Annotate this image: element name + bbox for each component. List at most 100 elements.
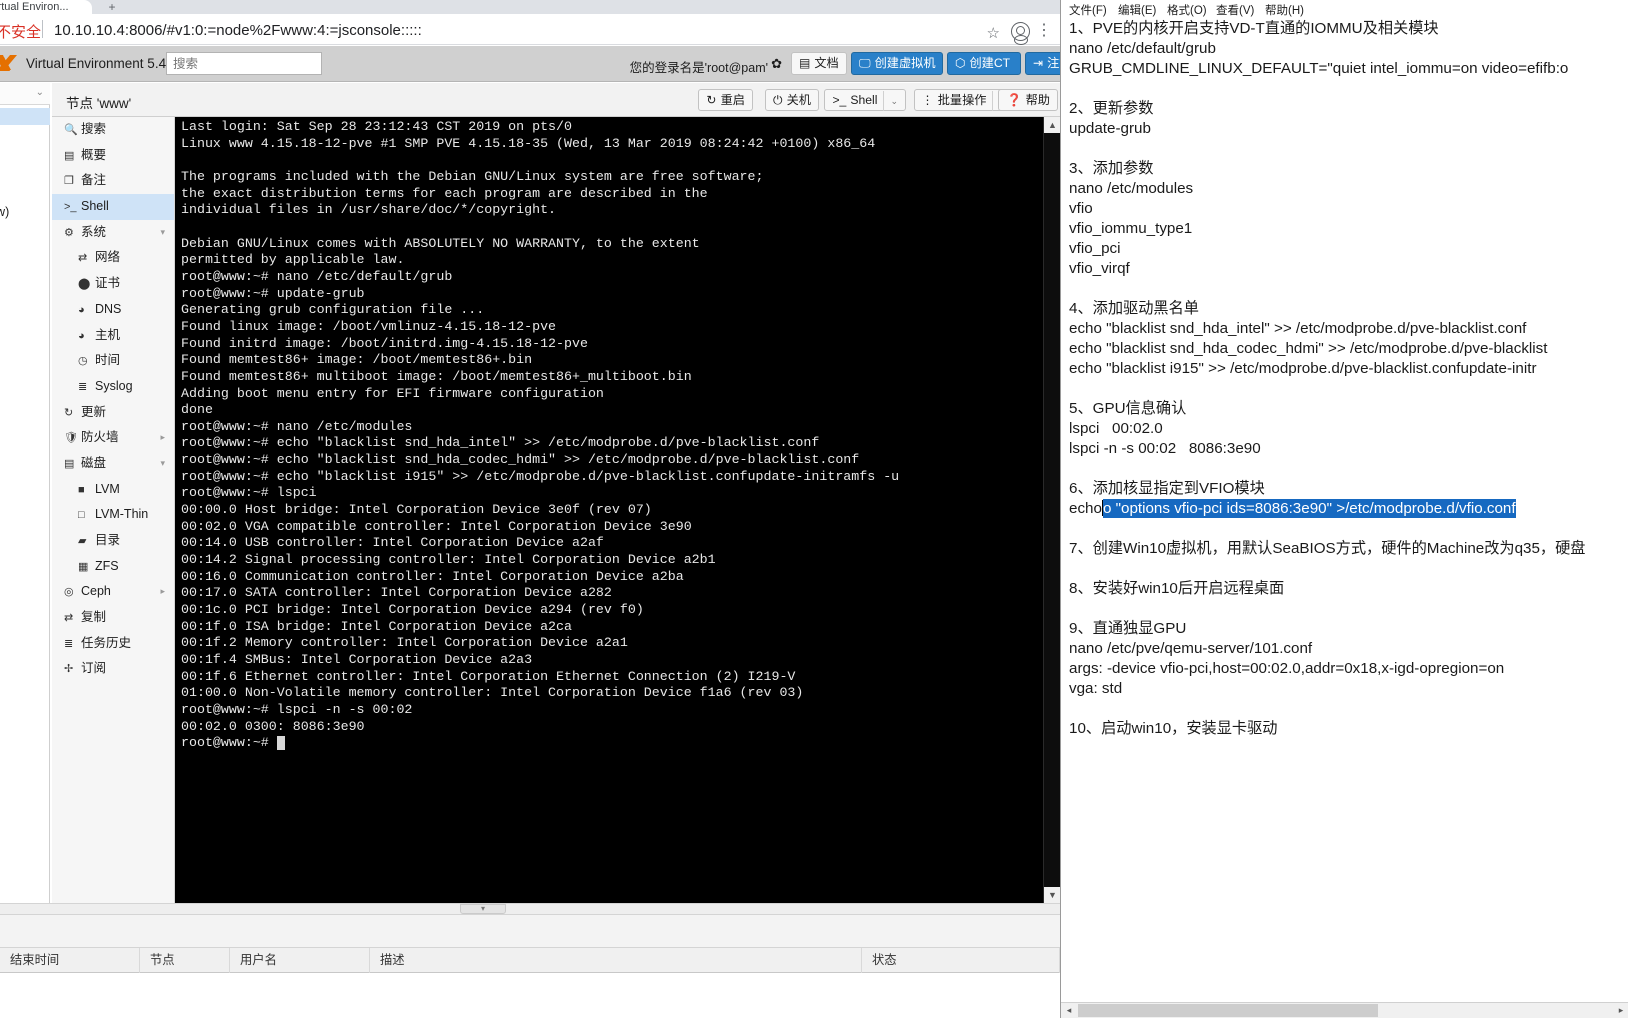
sidebar-item-时间[interactable]: ◷ 时间: [52, 348, 174, 374]
notepad-line: 9、直通独显GPU: [1069, 620, 1187, 637]
star-icon[interactable]: ☆: [987, 24, 1000, 42]
sidebar-item-系统[interactable]: ⚙ 系统 ▾: [52, 220, 174, 246]
chevron-down-icon[interactable]: ▾: [160, 451, 165, 477]
sidebar-item-lvm-thin[interactable]: □ LVM-Thin: [52, 502, 174, 528]
scroll-left-icon[interactable]: ◂: [1061, 1003, 1077, 1018]
shell-button[interactable]: >_ Shell ⌄: [824, 89, 906, 111]
help-icon: ❓: [1006, 93, 1022, 107]
notepad-line: [1067, 559, 1628, 579]
create-vm-button-label: 创建虚拟机: [874, 56, 936, 70]
resource-tree-node-label[interactable]: www): [0, 205, 9, 219]
notepad-text-area[interactable]: 1、PVE的内核开启支持VD-T直通的IOMMU及相关模块 nano /etc/d…: [1067, 19, 1628, 969]
gear-icon[interactable]: ✿: [771, 56, 782, 72]
notepad-menu-edit[interactable]: 编辑(E): [1118, 2, 1156, 18]
notepad-horizontal-scrollbar[interactable]: ◂ ▸: [1061, 1002, 1628, 1018]
scroll-right-icon[interactable]: ▸: [1613, 1003, 1628, 1018]
terminal-scrollbar[interactable]: ▲ ▼: [1043, 117, 1060, 903]
notepad-line: [1067, 279, 1628, 299]
sidebar-item-防火墙[interactable]: 🛡 防火墙 ▸: [52, 425, 174, 451]
sidebar-item-证书[interactable]: ⬤ 证书: [52, 271, 174, 297]
task-log-column-header[interactable]: 用户名: [230, 948, 370, 973]
sidebar-item-概要[interactable]: ▤ 概要: [52, 143, 174, 169]
logout-button-label: 注销: [1047, 56, 1060, 70]
shell-terminal[interactable]: Last login: Sat Sep 28 23:12:43 CST 2019…: [175, 117, 1060, 903]
help-button-label: 帮助: [1025, 93, 1050, 107]
help-button[interactable]: ❓ 帮助: [998, 89, 1058, 111]
task-log-column-header[interactable]: 状态: [862, 948, 1060, 973]
task-log-column-header[interactable]: 节点: [140, 948, 230, 973]
notepad-window: 文件(F) 编辑(E) 格式(O) 查看(V) 帮助(H) 1、PVE的内核开启支持VD…: [1060, 0, 1628, 1018]
logout-button[interactable]: ⇥注销: [1025, 52, 1060, 75]
browser-tab[interactable]: Virtual Environ...: [0, 0, 92, 14]
folder-icon: ▰: [78, 535, 87, 547]
splitter-collapse-handle[interactable]: ▾: [460, 904, 506, 914]
kebab-menu-icon[interactable]: ⋮: [1036, 22, 1052, 40]
product-title: Virtual Environment 5.4-3: [26, 56, 179, 71]
search-input[interactable]: [166, 52, 322, 75]
sidebar-item-ceph[interactable]: ◎ Ceph ▸: [52, 579, 174, 605]
sidebar-item-备注[interactable]: ❐ 备注: [52, 168, 174, 194]
sidebar-item-zfs[interactable]: ▦ ZFS: [52, 554, 174, 580]
create-vm-button[interactable]: 🖵 创建虚拟机: [851, 52, 943, 75]
sidebar-item-syslog[interactable]: ≣ Syslog: [52, 374, 174, 400]
sidebar-item-任务历史[interactable]: ≣ 任务历史: [52, 631, 174, 657]
sidebar-item-label: 订阅: [81, 661, 107, 676]
shutdown-button[interactable]: ⏻ 关机: [764, 89, 819, 111]
resource-tree-panel: ⌄ www): [0, 83, 50, 920]
sidebar-item-label: 证书: [95, 276, 121, 291]
notepad-menu-help[interactable]: 帮助(H): [1265, 2, 1304, 18]
sidebar-item-shell[interactable]: >_ Shell: [52, 194, 174, 220]
notepad-line: vga: std: [1069, 680, 1123, 697]
sidebar-item-搜索[interactable]: 🔍 搜索: [52, 117, 174, 143]
resource-tree-header[interactable]: ⌄: [0, 83, 50, 105]
terminal-output: Last login: Sat Sep 28 23:12:43 CST 2019…: [181, 119, 900, 751]
chevron-right-icon[interactable]: ▸: [160, 425, 165, 451]
notepad-menu-format[interactable]: 格式(O): [1167, 2, 1207, 18]
sidebar-item-label: 搜索: [81, 122, 107, 136]
sidebar-item-复制[interactable]: ⇄ 复制: [52, 605, 174, 631]
scroll-up-icon[interactable]: ▲: [1044, 117, 1060, 133]
sidebar-item-主机[interactable]: ◕ 主机: [52, 323, 174, 349]
documentation-button[interactable]: ▤ 文档: [791, 52, 847, 75]
resource-tree-selected-row[interactable]: [0, 108, 50, 125]
sidebar-item-label: DNS: [95, 301, 122, 316]
sidebar-item-更新[interactable]: ↻ 更新: [52, 400, 174, 426]
proxmox-logo-icon: [0, 52, 22, 76]
task-log-body: [0, 973, 1060, 1018]
reboot-button[interactable]: ↻ 重启: [698, 89, 753, 111]
notepad-menu-file[interactable]: 文件(F): [1069, 2, 1107, 18]
chevron-down-icon[interactable]: ⌄: [36, 87, 44, 98]
browser-omnibox[interactable]: 不安全 10.10.10.4:8006/#v1:0:=node%2Fwww:4:…: [0, 14, 1060, 45]
task-log-column-header[interactable]: 结束时间: [0, 948, 140, 973]
task-log-column-header[interactable]: 描述: [370, 948, 862, 973]
chevron-down-icon[interactable]: ▾: [160, 220, 165, 246]
url-text[interactable]: 10.10.10.4:8006/#v1:0:=node%2Fwww:4:=jsc…: [54, 22, 422, 39]
sidebar-item-网络[interactable]: ⇄ 网络: [52, 245, 174, 271]
shutdown-button-label: 关机: [786, 93, 811, 107]
sidebar-item-lvm[interactable]: ■ LVM: [52, 477, 174, 503]
panel-splitter[interactable]: ▾: [0, 903, 1060, 915]
sidebar-item-dns[interactable]: ◕ DNS: [52, 297, 174, 323]
create-ct-button[interactable]: ⬡ 创建CT: [947, 52, 1021, 75]
profile-icon[interactable]: [1011, 22, 1030, 45]
scrollbar-thumb[interactable]: [1078, 1004, 1378, 1017]
sidebar-item-label: Shell: [81, 199, 109, 214]
notepad-line: [1067, 699, 1628, 719]
notepad-line: vfio: [1069, 200, 1093, 217]
sidebar-item-磁盘[interactable]: ▤ 磁盘 ▾: [52, 451, 174, 477]
notepad-line: 8、安装好win10后开启远程桌面: [1069, 580, 1285, 597]
sidebar-item-label: 磁盘: [81, 455, 107, 470]
sidebar-item-订阅[interactable]: ✢ 订阅: [52, 656, 174, 682]
pve-header-bar: Virtual Environment 5.4-3 您的登录名是'root@pa…: [0, 46, 1060, 82]
node-toolbar: 节点 'www' ↻重启 ⏻关机 >_Shell ⌄ ⋮批量操作 ⌄ ❓帮助: [52, 83, 1060, 117]
chevron-right-icon[interactable]: ▸: [160, 579, 165, 605]
scroll-down-icon[interactable]: ▼: [1044, 887, 1060, 903]
refresh-icon: ↻: [64, 406, 74, 419]
notepad-menu-view[interactable]: 查看(V): [1216, 2, 1254, 18]
notepad-menubar: 文件(F) 编辑(E) 格式(O) 查看(V) 帮助(H): [1061, 0, 1628, 19]
new-tab-button[interactable]: +: [100, 1, 124, 14]
notepad-line: echoo "options vfio-pci ids=8086:3e90" >…: [1067, 499, 1628, 519]
sidebar-item-目录[interactable]: ▰ 目录: [52, 528, 174, 554]
prompt-icon: >_: [64, 201, 77, 214]
chevron-down-icon[interactable]: ⌄: [883, 91, 898, 111]
